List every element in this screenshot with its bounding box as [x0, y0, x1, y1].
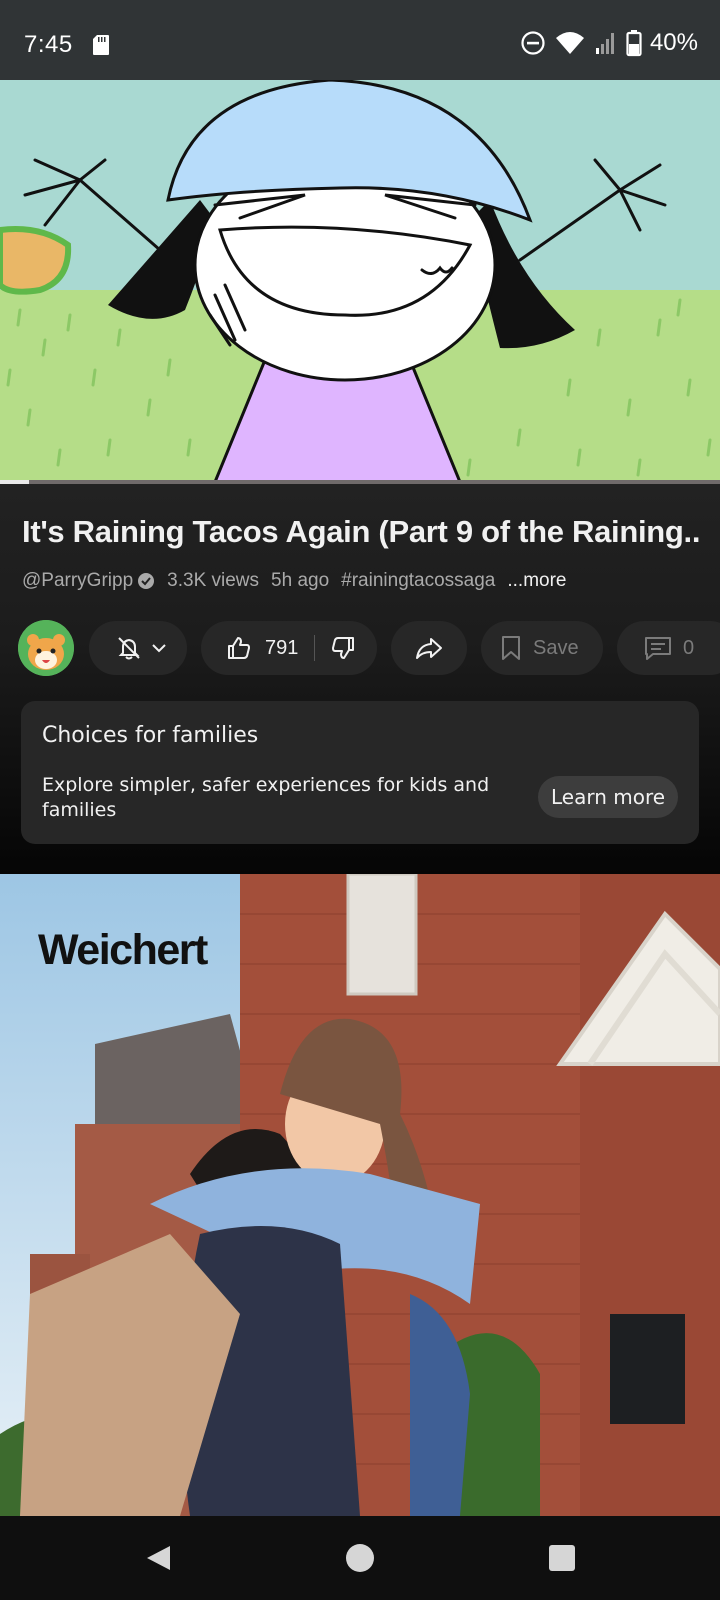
comment-icon	[645, 637, 671, 660]
share-button[interactable]	[391, 621, 467, 675]
status-icons: 40%	[520, 28, 698, 58]
families-card-description: Explore simpler, safer experiences for k…	[42, 774, 490, 821]
thumbs-down-icon[interactable]	[329, 634, 357, 662]
navigation-bar	[0, 1516, 720, 1600]
view-count: 3.3K views	[167, 570, 260, 591]
share-icon	[416, 638, 442, 659]
like-count[interactable]: 791	[265, 637, 298, 660]
battery-icon	[626, 30, 642, 57]
nav-buttons	[147, 1544, 575, 1572]
ad-banner[interactable]: Weichert	[0, 874, 720, 1516]
sd-card-icon	[93, 35, 109, 55]
comments-button[interactable]: 0	[617, 621, 720, 675]
upload-age: 5h ago	[271, 570, 330, 591]
action-row: 791 Save 0	[18, 619, 720, 677]
learn-more-button[interactable]: Learn more	[538, 776, 678, 818]
hashtag-link[interactable]: #rainingtacossaga	[341, 570, 495, 592]
like-divider	[314, 635, 316, 661]
more-link[interactable]: ...more	[507, 570, 566, 592]
bookmark-icon	[502, 636, 520, 660]
cell-signal-icon	[595, 33, 614, 54]
ad-brand-logo: Weichert	[38, 926, 208, 974]
notification-button[interactable]	[89, 621, 187, 675]
chevron-down-icon	[152, 644, 166, 653]
comment-count: 0	[683, 636, 695, 659]
video-meta[interactable]: @ParryGripp 3.3K views 5h ago #rainingta…	[22, 570, 567, 592]
verified-icon	[138, 573, 155, 589]
families-card-title: Choices for families	[42, 723, 259, 748]
wifi-icon	[555, 32, 584, 54]
save-button[interactable]: Save	[481, 621, 603, 675]
status-bar: 7:45 40%	[0, 0, 720, 80]
channel-handle[interactable]: @ParryGripp	[22, 570, 133, 592]
thumbs-up-icon[interactable]	[225, 634, 253, 662]
back-icon[interactable]	[147, 1546, 170, 1570]
video-frame-cartoon	[0, 80, 720, 482]
like-dislike-group: 791	[201, 621, 377, 675]
video-player[interactable]	[0, 80, 720, 482]
hamster-avatar-icon	[18, 620, 74, 676]
video-title[interactable]: It's Raining Tacos Again (Part 9 of the …	[22, 514, 706, 550]
save-label: Save	[533, 636, 579, 659]
families-card: Choices for families Explore simpler, sa…	[21, 701, 699, 844]
channel-avatar[interactable]	[18, 620, 74, 676]
do-not-disturb-icon	[521, 31, 545, 55]
recents-icon[interactable]	[549, 1545, 575, 1571]
status-time: 7:45	[24, 31, 73, 58]
battery-percent: 40%	[649, 29, 698, 56]
home-icon[interactable]	[346, 1544, 374, 1572]
bell-off-icon	[118, 637, 140, 660]
